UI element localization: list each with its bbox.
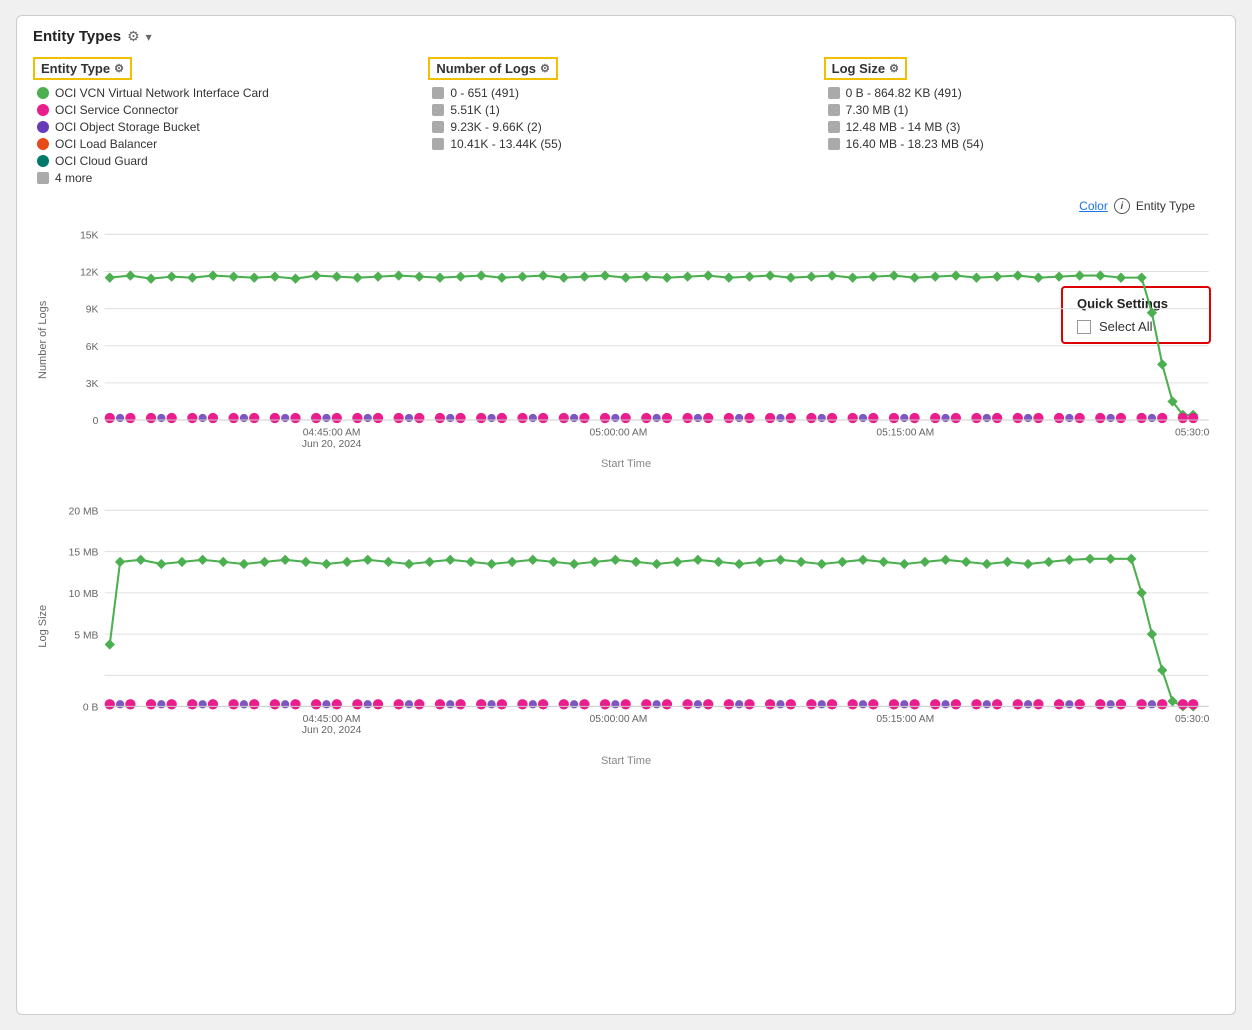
svg-text:3K: 3K: [86, 379, 99, 390]
svg-text:05:00:00 AM: 05:00:00 AM: [590, 428, 648, 439]
svg-text:05:00:00 AM: 05:00:00 AM: [590, 714, 648, 725]
legend-section: Entity Type ⚙ OCI VCN Virtual Network In…: [33, 57, 1219, 188]
chart1-start-time: Start Time: [33, 458, 1219, 470]
size-range-1: 7.30 MB (1): [846, 103, 909, 117]
entity-vcn-label: OCI VCN Virtual Network Interface Card: [55, 86, 269, 100]
list-item: 5.51K (1): [428, 103, 823, 117]
svg-text:0 B: 0 B: [83, 702, 99, 713]
chart1-inner: 15K 12K 9K 6K 3K 0: [53, 224, 1219, 456]
num-logs-label: Number of Logs: [436, 61, 536, 76]
svg-text:10 MB: 10 MB: [69, 589, 99, 600]
logs-range-2: 9.23K - 9.66K (2): [450, 120, 541, 134]
color-link[interactable]: Color: [1079, 199, 1108, 213]
size-dot-2: [828, 121, 840, 133]
list-item: 4 more: [33, 171, 428, 185]
entity-type-gear-icon[interactable]: ⚙: [114, 62, 124, 75]
logs-range-1: 5.51K (1): [450, 103, 499, 117]
chart2-svg: 20 MB 15 MB 10 MB 5 MB 0 B: [53, 500, 1219, 748]
size-dot-3: [828, 138, 840, 150]
entity-storage-label: OCI Object Storage Bucket: [55, 120, 200, 134]
logs-dot-1: [432, 104, 444, 116]
legend-col-num-logs: Number of Logs ⚙ 0 - 651 (491) 5.51K (1)…: [428, 57, 823, 188]
num-logs-gear-icon[interactable]: ⚙: [540, 62, 550, 75]
svg-text:05:30:0: 05:30:0: [1175, 714, 1210, 725]
list-item: OCI VCN Virtual Network Interface Card: [33, 86, 428, 100]
logs-dot-0: [432, 87, 444, 99]
svg-text:04:45:00 AM: 04:45:00 AM: [303, 714, 361, 725]
num-logs-header: Number of Logs ⚙: [428, 57, 558, 80]
svg-text:15K: 15K: [80, 230, 98, 241]
svg-text:0: 0: [93, 416, 99, 427]
svg-text:05:15:00 AM: 05:15:00 AM: [876, 714, 934, 725]
list-item: OCI Load Balancer: [33, 137, 428, 151]
size-range-3: 16.40 MB - 18.23 MB (54): [846, 137, 984, 151]
main-container: Entity Types ⚙ ▾ Entity Type ⚙ OCI VCN V…: [16, 15, 1236, 1015]
svg-text:05:15:00 AM: 05:15:00 AM: [876, 428, 934, 439]
svg-text:Jun 20, 2024: Jun 20, 2024: [302, 439, 362, 450]
entity-type-col-label: Entity Type: [1136, 199, 1195, 213]
logs-dot-3: [432, 138, 444, 150]
list-item: 0 - 651 (491): [428, 86, 823, 100]
list-item: 16.40 MB - 18.23 MB (54): [824, 137, 1219, 151]
header-dropdown-arrow[interactable]: ▾: [146, 30, 152, 44]
legend-col-log-size: Log Size ⚙ 0 B - 864.82 KB (491) 7.30 MB…: [824, 57, 1219, 188]
chart2-inner: 20 MB 15 MB 10 MB 5 MB 0 B: [53, 500, 1219, 753]
log-size-gear-icon[interactable]: ⚙: [889, 62, 899, 75]
svg-text:12K: 12K: [80, 268, 98, 279]
logs-dot-2: [432, 121, 444, 133]
log-size-label: Log Size: [832, 61, 885, 76]
chart2-wrapper: Log Size 20 MB 15 MB 10 MB 5 MB 0 B: [33, 500, 1219, 753]
green-dot: [37, 87, 49, 99]
chart1-svg: 15K 12K 9K 6K 3K 0: [53, 224, 1219, 451]
entity-cloudguard-label: OCI Cloud Guard: [55, 154, 148, 168]
size-dot-1: [828, 104, 840, 116]
entity-lb-label: OCI Load Balancer: [55, 137, 157, 151]
list-item: 0 B - 864.82 KB (491): [824, 86, 1219, 100]
list-item: OCI Service Connector: [33, 103, 428, 117]
size-dot-0: [828, 87, 840, 99]
entity-more-label: 4 more: [55, 171, 92, 185]
pink-dot: [37, 104, 49, 116]
logs-range-0: 0 - 651 (491): [450, 86, 519, 100]
logs-range-3: 10.41K - 13.44K (55): [450, 137, 561, 151]
list-item: OCI Object Storage Bucket: [33, 120, 428, 134]
list-item: 10.41K - 13.44K (55): [428, 137, 823, 151]
chart2-y-label: Log Size: [33, 500, 53, 753]
purple-dot: [37, 121, 49, 133]
legend-col-entity-type: Entity Type ⚙ OCI VCN Virtual Network In…: [33, 57, 428, 188]
list-item: OCI Cloud Guard: [33, 154, 428, 168]
header-gear-icon[interactable]: ⚙: [127, 28, 140, 45]
size-range-2: 12.48 MB - 14 MB (3): [846, 120, 961, 134]
svg-text:Jun 20, 2024: Jun 20, 2024: [302, 725, 362, 736]
entity-type-label: Entity Type: [41, 61, 110, 76]
list-item: 7.30 MB (1): [824, 103, 1219, 117]
color-info-row: Color i Entity Type: [33, 198, 1195, 214]
svg-text:5 MB: 5 MB: [74, 630, 98, 641]
chart2-start-time: Start Time: [33, 755, 1219, 767]
chart1-area: Number of Logs 15K 12K 9K 6K 3K 0: [33, 224, 1219, 470]
list-item: 12.48 MB - 14 MB (3): [824, 120, 1219, 134]
entity-type-header: Entity Type ⚙: [33, 57, 132, 80]
gray-dot: [37, 172, 49, 184]
chart1-wrapper: Number of Logs 15K 12K 9K 6K 3K 0: [33, 224, 1219, 456]
info-icon[interactable]: i: [1114, 198, 1130, 214]
svg-text:05:30:0: 05:30:0: [1175, 428, 1210, 439]
list-item: 9.23K - 9.66K (2): [428, 120, 823, 134]
svg-text:6K: 6K: [86, 342, 99, 353]
svg-text:9K: 9K: [86, 305, 99, 316]
chart1-y-label: Number of Logs: [33, 224, 53, 456]
entity-connector-label: OCI Service Connector: [55, 103, 178, 117]
svg-text:04:45:00 AM: 04:45:00 AM: [303, 428, 361, 439]
svg-text:20 MB: 20 MB: [69, 506, 99, 517]
chart2-area: Log Size 20 MB 15 MB 10 MB 5 MB 0 B: [33, 500, 1219, 767]
svg-text:15 MB: 15 MB: [69, 548, 99, 559]
page-title: Entity Types: [33, 28, 121, 45]
orange-dot: [37, 138, 49, 150]
teal-dot: [37, 155, 49, 167]
log-size-header: Log Size ⚙: [824, 57, 907, 80]
header: Entity Types ⚙ ▾: [33, 28, 1219, 45]
size-range-0: 0 B - 864.82 KB (491): [846, 86, 962, 100]
